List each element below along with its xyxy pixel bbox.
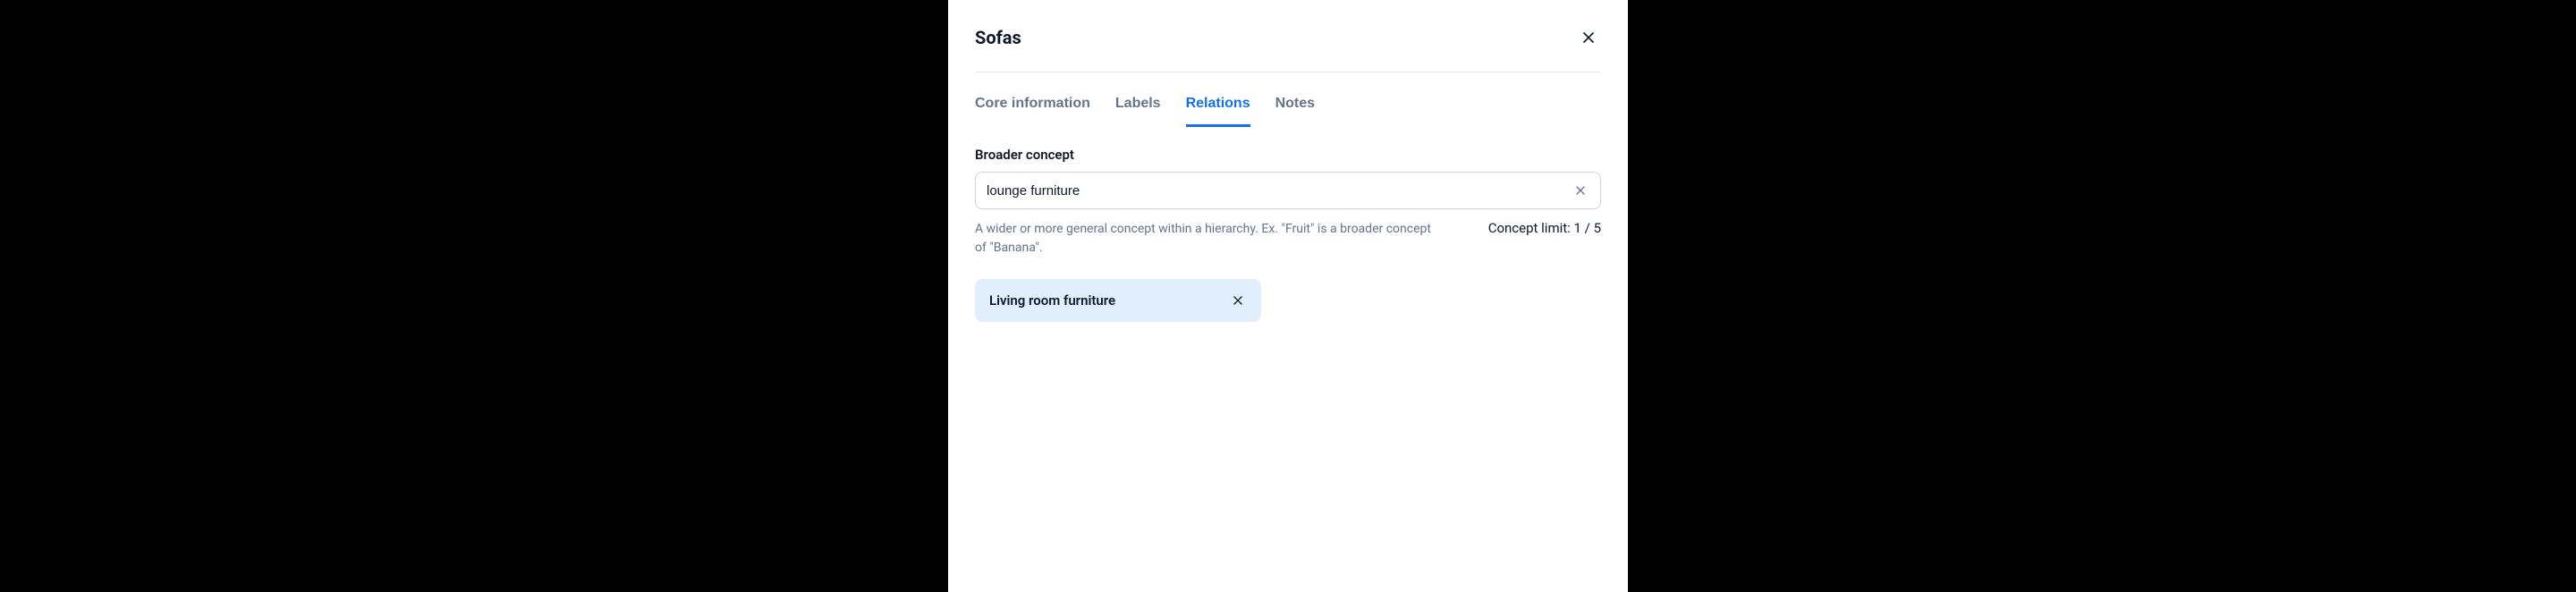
broader-concept-input-wrapper — [975, 172, 1601, 209]
tab-labels[interactable]: Labels — [1115, 89, 1161, 127]
broader-concept-label: Broader concept — [975, 147, 1601, 163]
remove-chip-button[interactable] — [1229, 292, 1247, 309]
close-button[interactable] — [1576, 25, 1601, 50]
close-icon — [1580, 29, 1597, 47]
tab-notes[interactable]: Notes — [1275, 89, 1315, 127]
broader-concept-chips: Living room furniture — [975, 279, 1601, 322]
tab-relations[interactable]: Relations — [1186, 89, 1250, 127]
tab-list: Core information Labels Relations Notes — [975, 72, 1601, 127]
modal-header: Sofas — [975, 25, 1601, 72]
close-icon — [1231, 293, 1245, 308]
helper-row: A wider or more general concept within a… — [975, 220, 1601, 258]
concept-modal: Sofas Core information Labels Relations … — [948, 0, 1628, 592]
concept-limit: Concept limit: 1 / 5 — [1488, 220, 1601, 236]
broader-concept-section: Broader concept A wider or more general … — [975, 127, 1601, 322]
tab-core-information[interactable]: Core information — [975, 89, 1090, 127]
clear-input-button[interactable] — [1572, 182, 1589, 199]
broader-concept-helper: A wider or more general concept within a… — [975, 220, 1440, 258]
close-icon — [1573, 183, 1588, 198]
broader-concept-input[interactable] — [987, 183, 1572, 199]
concept-chip: Living room furniture — [975, 279, 1261, 322]
modal-title: Sofas — [975, 27, 1021, 48]
chip-label: Living room furniture — [989, 292, 1115, 309]
